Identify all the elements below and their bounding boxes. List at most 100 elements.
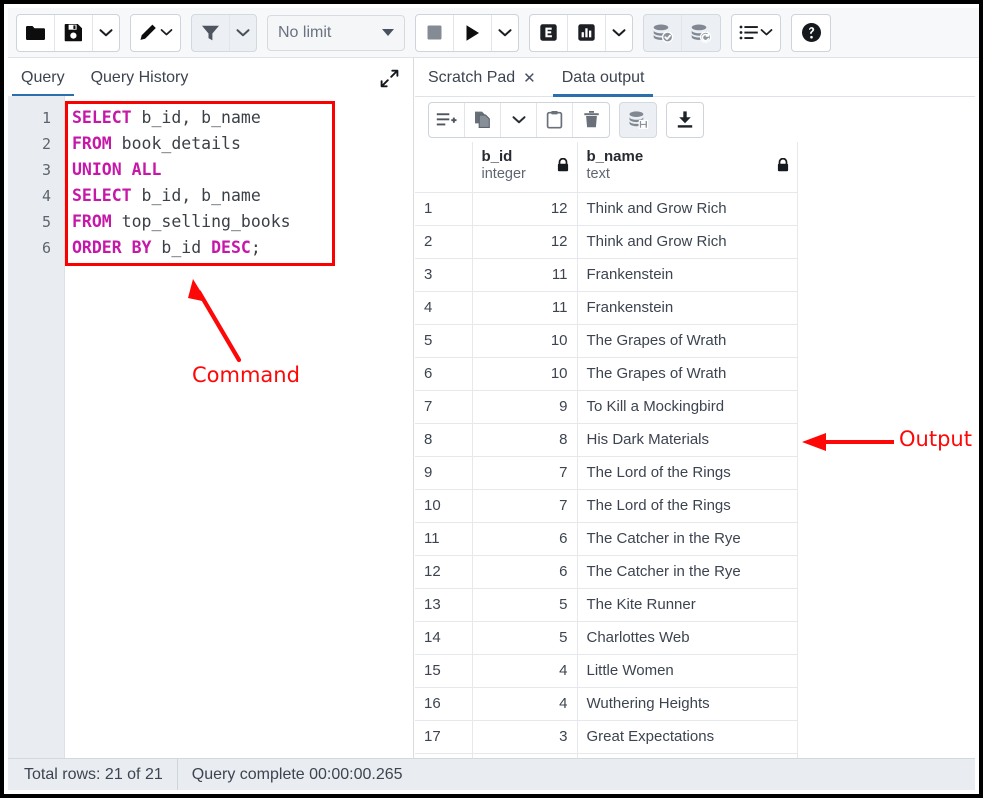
row-edit-button-group — [428, 102, 610, 138]
execute-query-button[interactable] — [454, 15, 492, 51]
cell-b-id[interactable]: 3 — [472, 720, 577, 753]
sql-editor[interactable]: 1 2 3 4 5 6 SELECT b_id, b_nameFROM book… — [8, 96, 413, 758]
sql-code-area[interactable]: SELECT b_id, b_nameFROM book_detailsUNIO… — [65, 96, 413, 758]
commit-button[interactable] — [644, 15, 682, 51]
macros-button-group — [731, 14, 781, 52]
table-row[interactable]: 126The Catcher in the Rye — [415, 555, 797, 588]
stop-query-button[interactable] — [416, 15, 454, 51]
cell-b-name[interactable]: The Kite Runner — [577, 588, 797, 621]
cell-b-id[interactable]: 12 — [472, 192, 577, 225]
cell-b-name[interactable]: Frankenstein — [577, 258, 797, 291]
cell-b-id[interactable]: 10 — [472, 357, 577, 390]
line-number: 1 — [8, 105, 64, 131]
table-row[interactable]: 154Little Women — [415, 654, 797, 687]
expand-panel-button[interactable] — [380, 69, 399, 88]
cell-b-name[interactable]: Little Women — [577, 654, 797, 687]
cell-b-id[interactable]: 6 — [472, 555, 577, 588]
cell-b-id[interactable]: 5 — [472, 588, 577, 621]
save-options-button[interactable] — [93, 15, 119, 51]
column-header-b-name[interactable]: b_name text — [577, 142, 797, 192]
cell-b-id[interactable]: 4 — [472, 687, 577, 720]
save-file-button[interactable] — [55, 15, 93, 51]
copy-button[interactable] — [465, 103, 501, 137]
copy-options-button[interactable] — [501, 103, 537, 137]
cell-b-name[interactable]: The Grapes of Wrath — [577, 324, 797, 357]
cell-b-id[interactable]: 7 — [472, 489, 577, 522]
cell-b-name[interactable]: Great Expectations — [577, 720, 797, 753]
cell-b-name[interactable]: The Catcher in the Rye — [577, 522, 797, 555]
cell-b-id[interactable]: 8 — [472, 423, 577, 456]
table-row[interactable]: 116The Catcher in the Rye — [415, 522, 797, 555]
cell-b-id[interactable]: 9 — [472, 390, 577, 423]
explain-e-icon — [539, 23, 558, 42]
explain-options-button[interactable] — [606, 15, 632, 51]
cell-b-id[interactable]: 4 — [472, 654, 577, 687]
column-header-b-id[interactable]: b_id integer — [472, 142, 577, 192]
tab-query-history[interactable]: Query History — [78, 69, 202, 96]
close-x-icon[interactable]: ✕ — [523, 71, 536, 86]
cell-b-name[interactable]: Charlottes Web — [577, 621, 797, 654]
download-csv-button[interactable] — [667, 103, 703, 137]
tab-query[interactable]: Query — [8, 69, 78, 96]
cell-row-number: 10 — [415, 489, 472, 522]
pencil-edit-icon — [138, 23, 158, 43]
table-row[interactable]: 135The Kite Runner — [415, 588, 797, 621]
cell-b-name[interactable]: The Lord of the Rings — [577, 456, 797, 489]
table-row[interactable]: 610The Grapes of Wrath — [415, 357, 797, 390]
cell-b-name[interactable]: The Catcher in the Rye — [577, 555, 797, 588]
macros-button[interactable] — [732, 15, 780, 51]
explain-analyze-button[interactable] — [568, 15, 606, 51]
cell-b-name[interactable]: Wuthering Heights — [577, 687, 797, 720]
cell-b-name[interactable]: His Dark Materials — [577, 423, 797, 456]
table-row[interactable]: 79To Kill a Mockingbird — [415, 390, 797, 423]
tab-data-output[interactable]: Data output — [549, 69, 658, 96]
table-row[interactable]: 212Think and Grow Rich — [415, 225, 797, 258]
line-number: 5 — [8, 209, 64, 235]
help-button[interactable] — [792, 15, 830, 51]
cell-b-id[interactable]: 11 — [472, 258, 577, 291]
table-row[interactable]: 311Frankenstein — [415, 258, 797, 291]
filter-button[interactable] — [192, 15, 230, 51]
table-row[interactable]: 97The Lord of the Rings — [415, 456, 797, 489]
add-row-button[interactable] — [429, 103, 465, 137]
table-row[interactable]: 164Wuthering Heights — [415, 687, 797, 720]
cell-b-id[interactable]: 6 — [472, 522, 577, 555]
results-grid: b_id integer b_name text — [415, 142, 798, 758]
table-row[interactable]: 173Great Expectations — [415, 720, 797, 753]
filter-options-button[interactable] — [230, 15, 256, 51]
cell-b-name[interactable]: The Grapes of Wrath — [577, 357, 797, 390]
results-grid-scroll[interactable]: b_id integer b_name text — [415, 142, 975, 758]
rollback-button[interactable] — [682, 15, 720, 51]
table-row[interactable]: 107The Lord of the Rings — [415, 489, 797, 522]
table-row[interactable]: 112Think and Grow Rich — [415, 192, 797, 225]
chevron-down-icon — [512, 115, 526, 125]
cell-b-name[interactable]: Think and Grow Rich — [577, 225, 797, 258]
command-annotation-label: Command — [192, 363, 300, 387]
save-data-changes-button[interactable] — [620, 103, 656, 137]
lock-icon — [557, 158, 569, 172]
table-row[interactable]: 88His Dark Materials — [415, 423, 797, 456]
open-file-button[interactable] — [17, 15, 55, 51]
cell-b-id[interactable]: 7 — [472, 456, 577, 489]
table-row[interactable]: 411Frankenstein — [415, 291, 797, 324]
cell-b-name[interactable]: To Kill a Mockingbird — [577, 390, 797, 423]
tab-scratch-pad[interactable]: Scratch Pad ✕ — [415, 69, 549, 96]
delete-row-button[interactable] — [573, 103, 609, 137]
cell-b-id[interactable]: 10 — [472, 324, 577, 357]
edit-button[interactable] — [131, 15, 180, 51]
cell-b-name[interactable]: Think and Grow Rich — [577, 192, 797, 225]
explain-button[interactable] — [530, 15, 568, 51]
row-limit-select[interactable]: No limit — [267, 15, 405, 51]
table-row[interactable]: 145Charlottes Web — [415, 621, 797, 654]
column-header-rownum[interactable] — [415, 142, 472, 192]
table-row[interactable]: 510The Grapes of Wrath — [415, 324, 797, 357]
cell-b-id[interactable]: 11 — [472, 291, 577, 324]
cell-b-name[interactable]: Frankenstein — [577, 291, 797, 324]
paste-button[interactable] — [537, 103, 573, 137]
tab-query-history-label: Query History — [91, 69, 189, 87]
commit-database-check-icon — [652, 23, 674, 43]
execute-options-button[interactable] — [492, 15, 518, 51]
cell-b-id[interactable]: 5 — [472, 621, 577, 654]
cell-b-id[interactable]: 12 — [472, 225, 577, 258]
cell-b-name[interactable]: The Lord of the Rings — [577, 489, 797, 522]
